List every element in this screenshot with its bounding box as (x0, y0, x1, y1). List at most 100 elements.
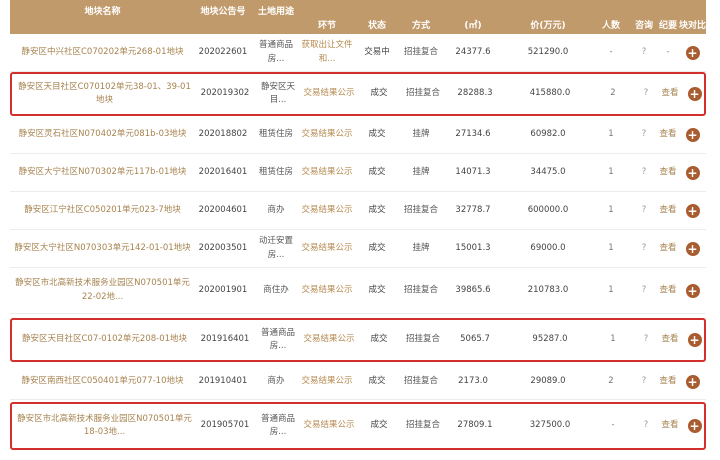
land-use: 动迁安置房... (258, 236, 293, 260)
method: 招挂复合 (403, 284, 438, 295)
area-value: 32778.7 (455, 204, 491, 215)
add-compare-icon[interactable]: + (685, 127, 700, 142)
minutes-view-link[interactable]: 查看 (659, 404, 681, 448)
price-value: 327500.0 (529, 420, 571, 431)
method: 招挂复合 (403, 204, 438, 215)
area-value: 39865.6 (455, 284, 491, 295)
add-compare-icon[interactable]: + (685, 241, 700, 256)
parcel-name-link[interactable]: 静安区天目社区C070102单元38-01、39-01地块 (12, 74, 197, 114)
add-compare-icon[interactable]: + (685, 45, 700, 60)
bidder-count: 1 (608, 204, 614, 215)
consult-link[interactable]: ? (633, 74, 659, 114)
parcel-name-link[interactable]: 静安区大宁社区N070302单元117b-01地块 (10, 154, 195, 191)
status: 成交 (370, 420, 388, 431)
status: 交易中 (364, 46, 390, 57)
stage-link[interactable]: 交易结果公示 (301, 230, 353, 267)
stage-link[interactable]: 获取出让文件和... (301, 34, 353, 71)
status: 成交 (368, 375, 386, 386)
table-row[interactable]: 静安区灵石社区N070402单元081b-03地块 202018802 租赁住房… (10, 116, 706, 154)
stage-link[interactable]: 交易结果公示 (301, 154, 353, 191)
stage-link[interactable]: 交易结果公示 (301, 268, 353, 313)
parcel-name-link[interactable]: 静安区南西社区C050401单元077-10地块 (10, 364, 195, 399)
bidder-count: 1 (608, 242, 614, 253)
area-value: 27809.1 (457, 420, 493, 431)
bidder-count: - (611, 420, 615, 431)
minutes-view-link[interactable]: 查看 (657, 192, 679, 229)
add-compare-icon[interactable]: + (685, 203, 700, 218)
area-value: 14071.3 (455, 166, 491, 177)
consult-link[interactable]: ? (631, 230, 657, 267)
parcel-name-link[interactable]: 静安区江宁社区C050201单元023-7地块 (10, 192, 195, 229)
table-row[interactable]: 静安区南西社区C050401单元077-10地块 201910401 商办 交易… (10, 364, 706, 400)
status: 成交 (368, 242, 386, 253)
add-compare-icon[interactable]: + (685, 165, 700, 180)
table-row[interactable]: 静安区市北高新技术服务业园区N070501单元22-02地... 2020019… (10, 268, 706, 314)
table-row[interactable]: 静安区大宁社区N070302单元117b-01地块 202016401 租赁住房… (10, 154, 706, 192)
col-header-minutes: 纪要 (658, 21, 677, 31)
status: 成交 (370, 88, 388, 99)
table-row[interactable]: 静安区江宁社区C050201单元023-7地块 202004601 商办 交易结… (10, 192, 706, 230)
bidder-count: 2 (608, 375, 614, 386)
announcement-code: 202018802 (198, 128, 248, 139)
price-value: 415880.0 (529, 88, 571, 99)
area-value: 15001.3 (455, 242, 491, 253)
area-value: 27134.6 (455, 128, 491, 139)
minutes-view-link[interactable]: 查看 (659, 74, 681, 114)
method: 招挂复合 (403, 46, 438, 57)
add-compare-icon[interactable]: + (687, 333, 702, 347)
parcel-name-link[interactable]: 静安区市北高新技术服务业园区N070501单元22-02地... (10, 268, 195, 313)
minutes-view-link[interactable]: 查看 (659, 320, 681, 360)
consult-link[interactable]: ? (633, 320, 659, 360)
parcel-name-link[interactable]: 静安区天目社区C07-0102单元208-01地块 (12, 320, 197, 360)
add-compare-icon[interactable]: + (687, 419, 702, 433)
consult-link[interactable]: ? (631, 268, 657, 313)
announcement-code: 202019302 (200, 88, 250, 99)
parcel-name-link[interactable]: 静安区中兴社区C070202单元268-01地块 (10, 34, 195, 71)
price-value: 60982.0 (530, 128, 566, 139)
consult-link[interactable]: ? (631, 364, 657, 399)
stage-link[interactable]: 交易结果公示 (301, 192, 353, 229)
minutes-view-link[interactable]: 查看 (657, 268, 679, 313)
status: 成交 (370, 334, 388, 345)
minutes-view-link[interactable]: 查看 (657, 230, 679, 267)
stage-link[interactable]: 交易结果公示 (301, 116, 353, 153)
method: 挂牌 (412, 166, 430, 177)
table-row[interactable]: 静安区天目社区C07-0102单元208-01地块 201916401 普通商品… (10, 318, 706, 362)
add-compare-icon[interactable]: + (685, 283, 700, 298)
table-row[interactable]: 静安区天目社区C070102单元38-01、39-01地块 202019302 … (10, 72, 706, 116)
consult-link[interactable]: ? (631, 34, 657, 71)
col-header-use: 土地用途 (257, 7, 294, 17)
parcel-name-link[interactable]: 静安区大宁社区N070303单元142-01-01地块 (10, 230, 195, 267)
consult-link[interactable]: ? (631, 116, 657, 153)
add-compare-icon[interactable]: + (687, 87, 702, 101)
price-value: 600000.0 (527, 204, 569, 215)
minutes-view-link[interactable]: 查看 (657, 154, 679, 191)
minutes-view-link[interactable]: 查看 (657, 116, 679, 153)
bidder-count: 1 (608, 128, 614, 139)
parcel-name-link[interactable]: 静安区灵石社区N070402单元081b-03地块 (10, 116, 195, 153)
method: 挂牌 (412, 242, 430, 253)
table-row[interactable]: 静安区中兴社区C070202单元268-01地块 202022601 普通商品房… (10, 34, 706, 72)
parcel-name-link[interactable]: 静安区市北高新技术服务业园区N070501单元18-03地... (12, 404, 197, 448)
announcement-code: 202001901 (198, 284, 248, 295)
price-value: 210783.0 (527, 284, 569, 295)
add-compare-icon[interactable]: + (685, 374, 700, 389)
announcement-code: 201905701 (200, 420, 250, 431)
announcement-code: 202003501 (198, 242, 248, 253)
bidder-count: 1 (610, 334, 616, 345)
consult-link[interactable]: ? (631, 192, 657, 229)
stage-link[interactable]: 交易结果公示 (303, 404, 355, 448)
area-value: 28288.3 (457, 88, 493, 99)
minutes-view-link[interactable]: 查看 (657, 364, 679, 399)
stage-link[interactable]: 交易结果公示 (301, 364, 353, 399)
stage-link[interactable]: 交易结果公示 (303, 320, 355, 360)
consult-link[interactable]: ? (631, 154, 657, 191)
table-row[interactable]: 静安区大宁社区N070303单元142-01-01地块 202003501 动迁… (10, 230, 706, 268)
consult-link[interactable]: ? (633, 404, 659, 448)
area-value: 2173.0 (458, 375, 488, 386)
table-row[interactable]: 静安区市北高新技术服务业园区N070501单元18-03地... 2019057… (10, 402, 706, 450)
price-value: 29089.0 (530, 375, 566, 386)
land-use: 租赁住房 (258, 128, 293, 139)
col-header-compare: 块对比 (679, 21, 707, 31)
stage-link[interactable]: 交易结果公示 (303, 74, 355, 114)
